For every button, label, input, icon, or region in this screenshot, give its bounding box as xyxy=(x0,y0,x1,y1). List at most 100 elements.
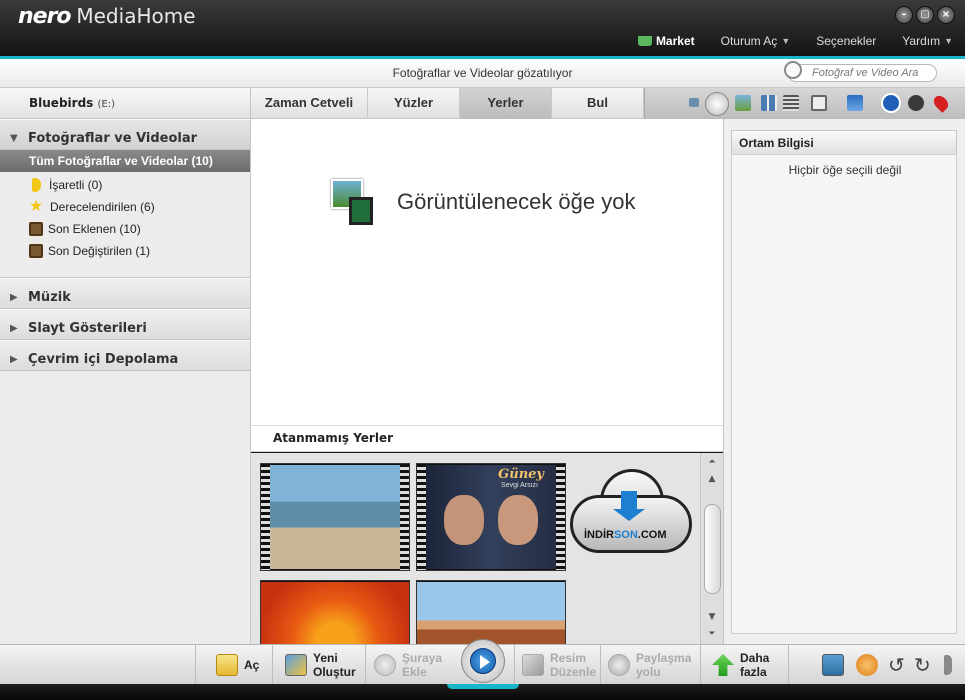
thumbnail-video-album[interactable]: Güney Sevgi Arsızı xyxy=(416,463,566,571)
scroll-bottom-icon[interactable]: ⏷ xyxy=(705,628,719,640)
divider xyxy=(514,645,515,685)
filter-icon[interactable] xyxy=(811,95,827,111)
close-button[interactable]: × xyxy=(937,6,955,24)
window-controls: – ▢ × xyxy=(895,6,955,24)
label-line: Ekle xyxy=(402,665,427,679)
zoom-slider-handle[interactable] xyxy=(705,92,729,116)
folder-open-icon xyxy=(216,654,238,676)
new-create-button[interactable]: Yeni Oluştur xyxy=(285,648,356,682)
new-create-label: Yeni Oluştur xyxy=(313,651,356,679)
help-menu[interactable]: Yardım ▼ xyxy=(902,34,953,48)
download-cloud-logo: İNDİRSON.COM xyxy=(570,467,692,555)
restore-button[interactable]: ▢ xyxy=(916,6,934,24)
scroll-thumb[interactable] xyxy=(704,504,721,594)
chevron-down-icon: ▼ xyxy=(781,36,791,46)
label-line: fazla xyxy=(740,665,767,679)
sidebar-item-flagged[interactable]: İşaretli (0) xyxy=(0,172,250,194)
large-thumb-icon[interactable] xyxy=(735,95,751,111)
people-tag-icon[interactable] xyxy=(908,95,924,111)
sort-icon[interactable] xyxy=(847,95,863,111)
film-strip xyxy=(417,464,426,570)
tab-places[interactable]: Yerler xyxy=(460,88,552,126)
thumbnail-video-beach[interactable] xyxy=(260,463,410,571)
scroll-top-icon[interactable]: ⏶ xyxy=(705,456,719,468)
photo-video-icon xyxy=(331,179,377,225)
burn-disc-icon[interactable] xyxy=(856,654,878,676)
chevron-right-icon: ▶ xyxy=(10,353,18,365)
brand-name: nero xyxy=(18,4,72,29)
open-button[interactable]: Aç xyxy=(216,648,259,682)
label-line: Yeni xyxy=(313,651,338,665)
frame-icon xyxy=(29,244,43,258)
drive-item[interactable]: Bluebirds (E:) xyxy=(0,88,250,119)
open-label: Aç xyxy=(244,658,260,672)
label-line: Oluştur xyxy=(313,665,356,679)
label-line: Daha xyxy=(740,651,770,665)
tab-find[interactable]: Bul xyxy=(552,88,644,119)
tab-timeline[interactable]: Zaman Cetveli xyxy=(251,88,368,119)
tab-media-info[interactable]: Ortam Bilgisi xyxy=(731,130,957,154)
section-label: Slayt Gösterileri xyxy=(28,320,147,336)
market-menu[interactable]: Market xyxy=(637,34,695,48)
login-menu[interactable]: Oturum Aç ▼ xyxy=(721,34,791,48)
market-label: Market xyxy=(655,34,695,48)
frame-icon xyxy=(29,222,43,236)
sidebar-item-label: Derecelendirilen (6) xyxy=(50,200,155,214)
grid-view-icon[interactable] xyxy=(761,95,777,111)
watermark-part: İNDİR xyxy=(584,529,614,541)
thumbnail-photo-flower[interactable] xyxy=(260,580,410,644)
main-area: Görüntülenecek öğe yok xyxy=(251,119,723,425)
thumbnail-image xyxy=(270,465,400,569)
section-online-storage[interactable]: ▶ Çevrim içi Depolama xyxy=(0,340,250,371)
watermark-part: .COM xyxy=(637,529,667,541)
add-to-button[interactable]: Şuraya Ekle xyxy=(374,648,442,682)
section-photos-videos[interactable]: ▼ Fotoğraflar ve Videolar xyxy=(0,119,250,150)
scroll-up-icon[interactable]: ▲ xyxy=(705,473,719,485)
title-bar: nero MediaHome – ▢ × Market Oturum Aç ▼ … xyxy=(0,0,965,56)
download-arrow-icon xyxy=(613,491,645,521)
chevron-right-icon: ▶ xyxy=(10,322,18,334)
rotate-left-icon[interactable]: ↺ xyxy=(888,654,905,676)
sidebar-item-rated[interactable]: ★ Derecelendirilen (6) xyxy=(0,194,250,216)
location-pin-icon[interactable] xyxy=(931,93,951,113)
edit-image-button[interactable]: Resim Düzenle xyxy=(522,648,596,682)
star-icon: ★ xyxy=(29,198,44,215)
more-button[interactable]: Daha fazla xyxy=(712,648,769,682)
empty-message: Görüntülenecek öğe yok xyxy=(397,189,636,214)
share-button[interactable]: Paylaşma yolu xyxy=(608,648,691,682)
info-icon[interactable] xyxy=(881,93,901,113)
list-view-icon[interactable] xyxy=(783,95,799,111)
thumbnail-grid: Güney Sevgi Arsızı İNDİRSON.COM xyxy=(251,453,700,644)
app-logo: nero MediaHome xyxy=(18,4,196,29)
new-project-icon xyxy=(285,654,307,676)
section-music[interactable]: ▶ Müzik xyxy=(0,278,250,309)
search-input[interactable]: Fotoğraf ve Video Ara xyxy=(784,61,937,82)
sidebar-item-all-photos[interactable]: Tüm Fotoğraflar ve Videolar (10) xyxy=(0,150,250,172)
sidebar-item-recently-added[interactable]: Son Eklenen (10) xyxy=(0,216,250,238)
scroll-down-icon[interactable]: ▼ xyxy=(705,611,719,623)
monitor-icon[interactable] xyxy=(822,654,844,676)
play-button[interactable] xyxy=(461,639,505,683)
film-strip xyxy=(261,464,270,570)
rotate-right-icon[interactable]: ↻ xyxy=(914,654,931,676)
film-strip xyxy=(400,464,409,570)
thumbnail-photo-desert[interactable] xyxy=(416,580,566,644)
section-slideshows[interactable]: ▶ Slayt Gösterileri xyxy=(0,309,250,340)
chevron-down-icon: ▼ xyxy=(944,36,953,46)
options-menu[interactable]: Seçenekler xyxy=(816,34,876,48)
basket-icon xyxy=(637,36,652,46)
small-thumb-icon[interactable] xyxy=(689,98,699,107)
label-line: Şuraya xyxy=(402,651,443,665)
divider xyxy=(700,645,701,685)
window-footer xyxy=(0,684,965,700)
sidebar-item-recently-modified[interactable]: Son Değiştirilen (1) xyxy=(0,238,250,260)
upload-arrow-icon xyxy=(712,654,734,676)
flag-icon[interactable] xyxy=(944,655,952,675)
tab-faces[interactable]: Yüzler xyxy=(368,88,460,119)
divider xyxy=(365,645,366,685)
flag-icon xyxy=(32,178,41,192)
thumbnail-scrollbar[interactable]: ⏶ ▲ ▼ ⏷ xyxy=(700,453,723,644)
minimize-button[interactable]: – xyxy=(895,6,913,24)
label-line: Paylaşma xyxy=(636,651,692,665)
edit-image-icon xyxy=(522,654,544,676)
